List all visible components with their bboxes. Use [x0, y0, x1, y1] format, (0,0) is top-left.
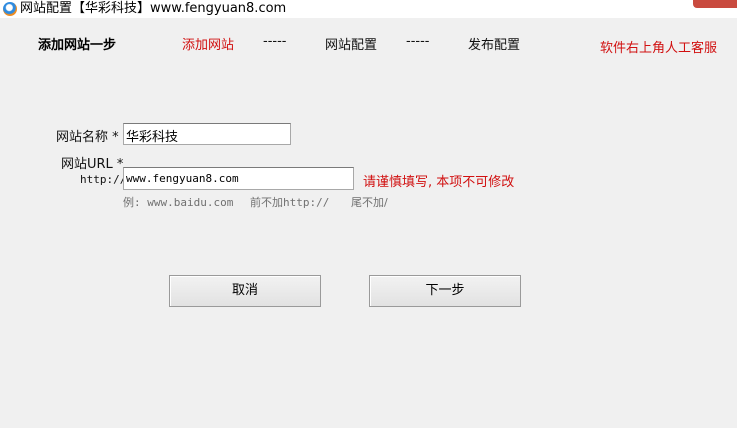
site-name-label: 网站名称 * [56, 130, 119, 145]
title-bar[interactable]: 网站配置【华彩科技】www.fengyuan8.com [0, 0, 737, 18]
site-url-input[interactable]: www.fengyuan8.com [123, 167, 354, 190]
step-publish-config: 发布配置 [468, 38, 521, 53]
close-button[interactable] [693, 0, 737, 8]
step-add-site: 添加网站 [182, 38, 235, 53]
step-title: 添加网站一步 [38, 38, 117, 53]
support-notice: 软件右上角人工客服 [600, 41, 718, 56]
cancel-button[interactable]: 取消 [169, 275, 321, 307]
url-no-suffix-hint: 尾不加/ [351, 196, 388, 209]
next-step-button[interactable]: 下一步 [369, 275, 521, 307]
url-prefix-label: http:// [80, 173, 127, 186]
url-warning-text: 请谨慎填写, 本项不可修改 [363, 175, 515, 190]
site-url-label: 网站URL * [61, 157, 124, 172]
step-separator: ----- [263, 34, 287, 49]
window-title: 网站配置【华彩科技】www.fengyuan8.com [20, 1, 287, 16]
step-site-config: 网站配置 [325, 38, 378, 53]
url-no-prefix-hint: 前不加http:// [250, 196, 330, 209]
url-example-hint: 例: www.baidu.com [123, 196, 234, 209]
step-separator: ----- [406, 34, 430, 49]
app-logo-icon [3, 2, 17, 16]
app-window: 网站配置【华彩科技】www.fengyuan8.com 添加网站一步 添加网站 … [0, 0, 737, 428]
site-name-input[interactable]: 华彩科技 [123, 123, 291, 145]
